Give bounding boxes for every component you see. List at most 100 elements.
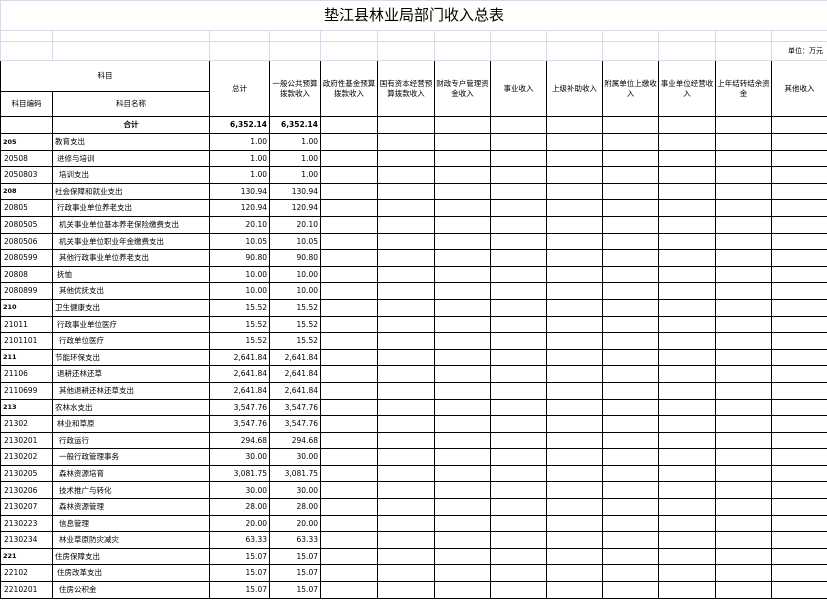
subject-name: 节能环保支出 (52, 348, 210, 367)
general-budget-amount: 20.00 (269, 514, 321, 533)
table-row: 2080505 机关事业单位基本养老保险缴费支出 20.10 20.10 (0, 215, 827, 234)
empty-cell (377, 398, 435, 417)
subject-name: 森林资源管理 (52, 498, 210, 516)
total-amount: 294.68 (209, 431, 270, 450)
empty-cell (602, 415, 659, 433)
total-amount: 10.00 (209, 265, 270, 284)
empty-cell (770, 30, 827, 42)
empty-cell (546, 531, 603, 549)
empty-cell (770, 298, 827, 317)
empty-cell (490, 514, 547, 533)
general-budget-amount: 2,641.84 (269, 365, 321, 383)
empty-cell (490, 166, 547, 184)
empty-cell (269, 30, 321, 42)
empty-cell (715, 415, 772, 433)
empty-cell (658, 182, 716, 201)
empty-cell (434, 464, 491, 483)
empty-cell (377, 415, 435, 433)
general-budget-amount: 15.52 (269, 315, 321, 334)
empty-cell (715, 564, 772, 583)
empty-cell (490, 464, 547, 483)
subject-code: 2130205 (0, 464, 53, 483)
empty-cell (434, 30, 491, 42)
subject-name: 行政事业单位养老支出 (52, 199, 210, 217)
empty-cell (377, 249, 435, 267)
subject-code: 2080506 (0, 232, 53, 251)
table-row: 221 住房保障支出 15.07 15.07 (0, 547, 827, 566)
header-col-affiliate-remit: 附属单位上缴收入 (602, 60, 659, 117)
table-row: 2130234 林业草原防灾减灾 63.33 63.33 (0, 531, 827, 549)
empty-cell (770, 182, 827, 201)
empty-cell (490, 431, 547, 450)
header-col-general-budget: 一般公共预算拨款收入 (269, 60, 321, 117)
subject-code: 213 (0, 398, 53, 417)
subject-name: 信息管理 (52, 514, 210, 533)
empty-cell (320, 531, 378, 549)
empty-cell (320, 41, 378, 61)
table-row: 205 教育支出 1.00 1.00 (0, 133, 827, 151)
empty-cell (770, 282, 827, 300)
empty-cell (658, 249, 716, 267)
empty-cell (377, 514, 435, 533)
total-amount: 30.00 (209, 448, 270, 466)
empty-cell (377, 581, 435, 599)
empty-cell (434, 498, 491, 516)
empty-cell (434, 298, 491, 317)
empty-cell (770, 265, 827, 284)
empty-cell (602, 149, 659, 168)
empty-cell (320, 30, 378, 42)
empty-cell (490, 133, 547, 151)
empty-cell (377, 41, 435, 61)
empty-cell (320, 365, 378, 383)
empty-cell (490, 232, 547, 251)
empty-cell (320, 448, 378, 466)
empty-cell (490, 282, 547, 300)
total-amount: 10.05 (209, 232, 270, 251)
general-budget-amount: 3,547.76 (269, 398, 321, 417)
empty-cell (658, 265, 716, 284)
empty-cell (715, 398, 772, 417)
subject-code: 2080505 (0, 215, 53, 234)
empty-cell (377, 199, 435, 217)
empty-cell (602, 531, 659, 549)
header-col-gov-fund: 政府性基金预算拨款收入 (320, 60, 378, 117)
general-budget-amount: 10.05 (269, 232, 321, 251)
empty-cell (715, 365, 772, 383)
empty-cell (658, 232, 716, 251)
empty-cell (377, 531, 435, 549)
table-row: 20808 抚恤 10.00 10.00 (0, 265, 827, 284)
table-row: 2080506 机关事业单位职业年金缴费支出 10.05 10.05 (0, 232, 827, 251)
empty-cell (434, 249, 491, 267)
general-budget-amount: 130.94 (269, 182, 321, 201)
empty-cell (770, 547, 827, 566)
empty-cell (490, 149, 547, 168)
total-amount: 20.00 (209, 514, 270, 533)
empty-cell (320, 249, 378, 267)
empty-cell (320, 282, 378, 300)
empty-cell (0, 30, 53, 42)
subject-code: 22102 (0, 564, 53, 583)
empty-cell (377, 282, 435, 300)
empty-cell (658, 398, 716, 417)
empty-cell (602, 431, 659, 450)
empty-cell (434, 215, 491, 234)
total-label: 合计 (52, 116, 210, 134)
total-general-value: 6,352.14 (269, 116, 321, 134)
table-row: 2080599 其他行政事业单位养老支出 90.80 90.80 (0, 249, 827, 267)
table-title: 垫江县林业局部门收入总表 (0, 0, 827, 31)
empty-cell (546, 464, 603, 483)
empty-cell (715, 166, 772, 184)
empty-cell (377, 431, 435, 450)
empty-cell (377, 149, 435, 168)
empty-cell (546, 232, 603, 251)
subject-name: 卫生健康支出 (52, 298, 210, 317)
empty-cell (658, 498, 716, 516)
table-row: 2130201 行政运行 294.68 294.68 (0, 431, 827, 450)
subject-code: 21106 (0, 365, 53, 383)
empty-cell (546, 182, 603, 201)
table-row: 2130223 信息管理 20.00 20.00 (0, 514, 827, 533)
empty-cell (658, 481, 716, 500)
general-budget-amount: 120.94 (269, 199, 321, 217)
total-amount: 15.07 (209, 581, 270, 599)
empty-cell (602, 381, 659, 400)
